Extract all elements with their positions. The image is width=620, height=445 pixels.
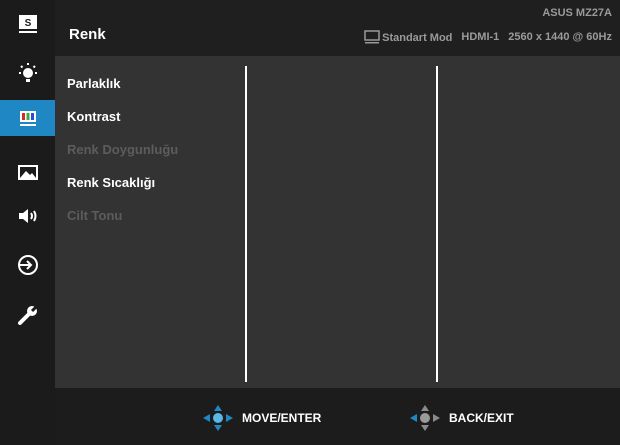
speaker-icon bbox=[18, 209, 36, 223]
sidebar-item-input[interactable] bbox=[0, 247, 55, 283]
back-exit-label: BACK/EXIT bbox=[449, 411, 514, 425]
move-enter-label: MOVE/ENTER bbox=[242, 411, 322, 425]
status-line: Standart Mod HDMI-1 2560 x 1440 @ 60Hz bbox=[364, 30, 612, 44]
sidebar-item-color[interactable] bbox=[0, 100, 55, 136]
mode-label: Standart Mod bbox=[382, 32, 453, 44]
menu-item-color-temp[interactable]: Renk Sıcaklığı bbox=[67, 175, 155, 190]
color-bars-icon bbox=[19, 111, 36, 126]
menu-item-contrast[interactable]: Kontrast bbox=[67, 109, 120, 124]
column-divider-2 bbox=[436, 66, 438, 382]
joystick-back-icon bbox=[410, 405, 440, 431]
mountain-image-icon bbox=[17, 165, 38, 180]
input-select-icon bbox=[17, 255, 38, 275]
content-panel: Parlaklık Kontrast Renk Doygunluğu Renk … bbox=[55, 56, 620, 388]
menu-item-skin-tone: Cilt Tonu bbox=[67, 208, 123, 223]
footer-bar: MOVE/ENTER BACK/EXIT bbox=[55, 388, 620, 445]
monitor-model: ASUS MZ27A bbox=[542, 7, 612, 19]
sidebar-item-sound[interactable] bbox=[0, 198, 55, 234]
back-exit-hint[interactable]: BACK/EXIT bbox=[407, 404, 514, 432]
osd-window: S Renk ASUS MZ27A Standart Mod HDMI-1 25… bbox=[0, 0, 620, 445]
move-enter-hint[interactable]: MOVE/ENTER bbox=[200, 404, 321, 432]
joystick-move-icon bbox=[203, 405, 233, 431]
s-box-icon: S bbox=[18, 15, 37, 33]
mode-indicator: Standart Mod bbox=[364, 30, 452, 44]
column-divider-1 bbox=[245, 66, 247, 382]
menu-item-brightness[interactable]: Parlaklık bbox=[67, 76, 121, 91]
resolution-info: 2560 x 1440 @ 60Hz bbox=[508, 31, 612, 43]
sidebar-item-image[interactable] bbox=[0, 56, 55, 92]
sidebar-item-picture[interactable] bbox=[0, 155, 55, 191]
header-bar: Renk ASUS MZ27A Standart Mod HDMI-1 2560… bbox=[55, 0, 620, 56]
brightness-icon bbox=[18, 63, 37, 82]
monitor-icon bbox=[364, 30, 380, 44]
sidebar-item-system[interactable] bbox=[0, 297, 55, 333]
page-title: Renk bbox=[69, 26, 106, 43]
wrench-icon bbox=[17, 304, 38, 325]
sidebar: S bbox=[0, 0, 55, 445]
menu-item-saturation: Renk Doygunluğu bbox=[67, 142, 179, 157]
input-source: HDMI-1 bbox=[461, 31, 500, 43]
sidebar-item-splendid[interactable]: S bbox=[0, 6, 55, 42]
s-box-letter: S bbox=[24, 18, 31, 29]
